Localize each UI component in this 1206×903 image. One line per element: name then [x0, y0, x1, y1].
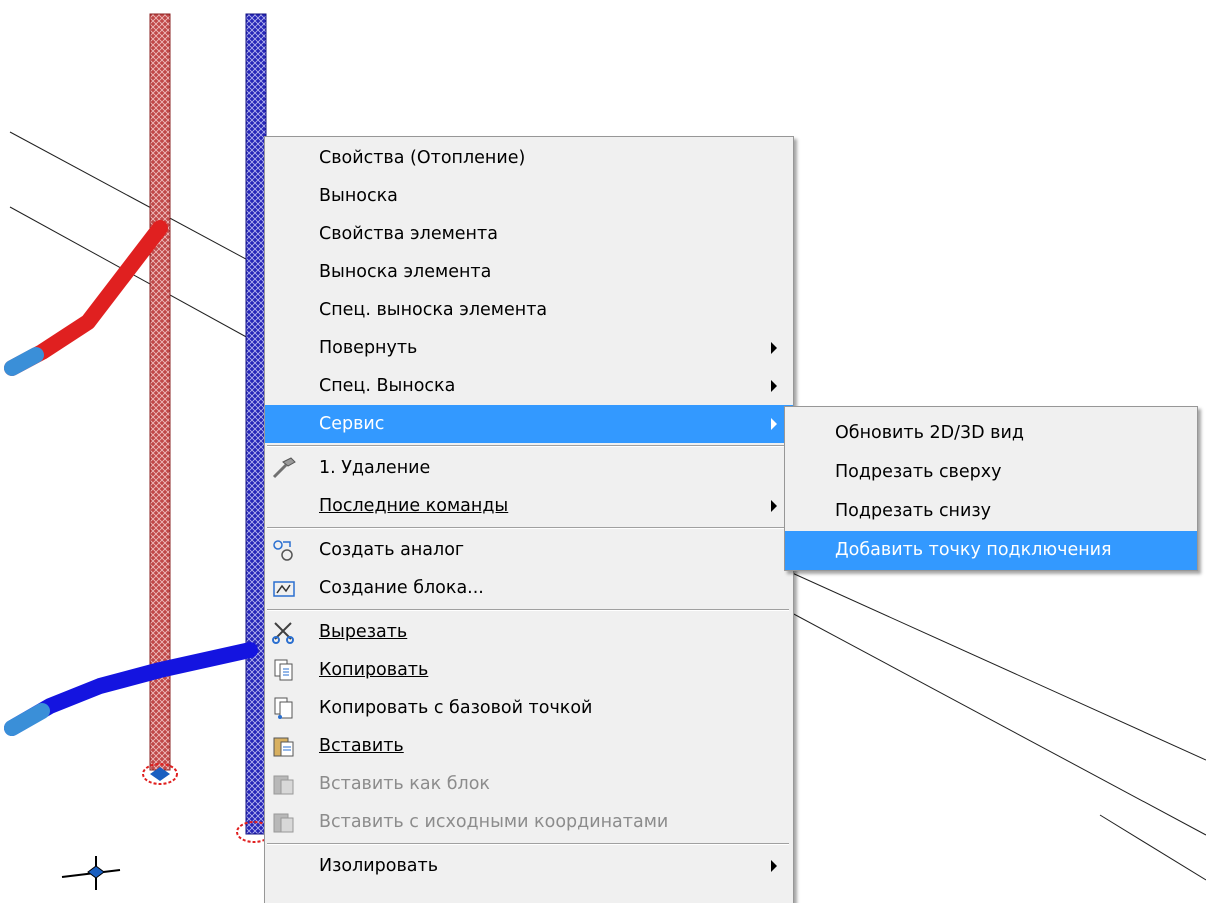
menu-item-copy[interactable]: Копировать [265, 651, 793, 689]
context-menu: Свойства (Отопление) Выноска Свойства эл… [264, 136, 794, 903]
menu-item-paste-original-coordinates[interactable]: Вставить с исходными координатами [265, 803, 793, 841]
menu-item-label: Подрезать сверху [835, 462, 1002, 482]
menu-item-label: Создание блока... [319, 578, 484, 598]
menu-separator [267, 843, 789, 845]
submenu-arrow-icon [771, 342, 777, 354]
paste-icon [273, 737, 294, 757]
menu-item-label: Подрезать снизу [835, 501, 992, 521]
submenu-item-refresh-view[interactable]: Обновить 2D/3D вид [785, 414, 1197, 453]
menu-item-label: Обновить 2D/3D вид [835, 423, 1024, 443]
return-riser-pipe[interactable] [245, 13, 267, 835]
copy-base-point-icon [274, 697, 293, 719]
menu-item-cut[interactable]: Вырезать [265, 613, 793, 651]
create-block-icon [273, 581, 295, 597]
menu-item-label: Вставить с исходными координатами [319, 812, 669, 832]
menu-item-label: Вставить как блок [319, 774, 490, 794]
menu-separator [267, 609, 789, 611]
menu-separator [267, 527, 789, 529]
menu-item-label: Повернуть [319, 338, 418, 358]
copy-icon [274, 659, 293, 681]
menu-item-element-properties[interactable]: Свойства элемента [265, 215, 793, 253]
menu-item-label: Спец. Выноска [319, 376, 456, 396]
submenu-arrow-icon [771, 500, 777, 512]
menu-item-special-element-leader[interactable]: Спец. выноска элемента [265, 291, 793, 329]
menu-item-special-leader[interactable]: Спец. Выноска [265, 367, 793, 405]
menu-item-label: Изолировать [319, 856, 439, 876]
menu-item-label: Выноска [319, 186, 398, 206]
menu-item-label: Последние команды [319, 496, 509, 516]
menu-item-paste-as-block[interactable]: Вставить как блок [265, 765, 793, 803]
menu-item-label: Выноска элемента [319, 262, 492, 282]
paste-as-block-icon [273, 775, 294, 795]
menu-item-label: Копировать [319, 660, 429, 680]
menu-item-label: Добавить точку подключения [835, 540, 1112, 560]
menu-item-rotate[interactable]: Повернуть [265, 329, 793, 367]
menu-item-create-block[interactable]: Создание блока... [265, 569, 793, 607]
menu-item-label: Создать аналог [319, 540, 465, 560]
menu-item-service[interactable]: Сервис [265, 405, 793, 443]
menu-item-label: Спец. выноска элемента [319, 300, 548, 320]
return-branch-pipe[interactable] [4, 642, 258, 736]
submenu-item-trim-bottom[interactable]: Подрезать снизу [785, 492, 1197, 531]
menu-item-heating-properties[interactable]: Свойства (Отопление) [265, 139, 793, 177]
menu-separator [267, 445, 789, 447]
menu-item-label: Вставить [319, 736, 404, 756]
submenu-item-trim-top[interactable]: Подрезать сверху [785, 453, 1197, 492]
paste-original-coords-icon [273, 813, 294, 833]
menu-item-paste[interactable]: Вставить [265, 727, 793, 765]
menu-item-label: Вырезать [319, 622, 408, 642]
supply-connection-marker[interactable] [142, 763, 178, 785]
supply-riser-pipe[interactable] [149, 13, 171, 771]
menu-item-recent-commands[interactable]: Последние команды [265, 487, 793, 525]
ucs-origin-marker [61, 856, 121, 890]
menu-item-element-leader[interactable]: Выноска элемента [265, 253, 793, 291]
hammer-icon [272, 457, 296, 479]
menu-item-create-analog[interactable]: Создать аналог [265, 531, 793, 569]
submenu-arrow-icon [771, 418, 777, 430]
menu-item-copy-with-base-point[interactable]: Копировать с базовой точкой [265, 689, 793, 727]
menu-item-label: Сервис [319, 414, 385, 434]
submenu-arrow-icon [771, 380, 777, 392]
menu-item-leader[interactable]: Выноска [265, 177, 793, 215]
menu-item-label: Свойства (Отопление) [319, 148, 526, 168]
submenu-item-add-connection-point[interactable]: Добавить точку подключения [785, 531, 1197, 570]
menu-item-isolate[interactable]: Изолировать [265, 847, 793, 885]
menu-item-label: Копировать с базовой точкой [319, 698, 593, 718]
submenu-arrow-icon [771, 860, 777, 872]
menu-item-delete[interactable]: 1. Удаление [265, 449, 793, 487]
menu-item-label: 1. Удаление [319, 458, 431, 478]
scissors-icon [272, 622, 294, 644]
service-submenu: Обновить 2D/3D вид Подрезать сверху Подр… [784, 406, 1198, 571]
create-analog-icon [273, 540, 293, 561]
menu-item-label: Свойства элемента [319, 224, 498, 244]
